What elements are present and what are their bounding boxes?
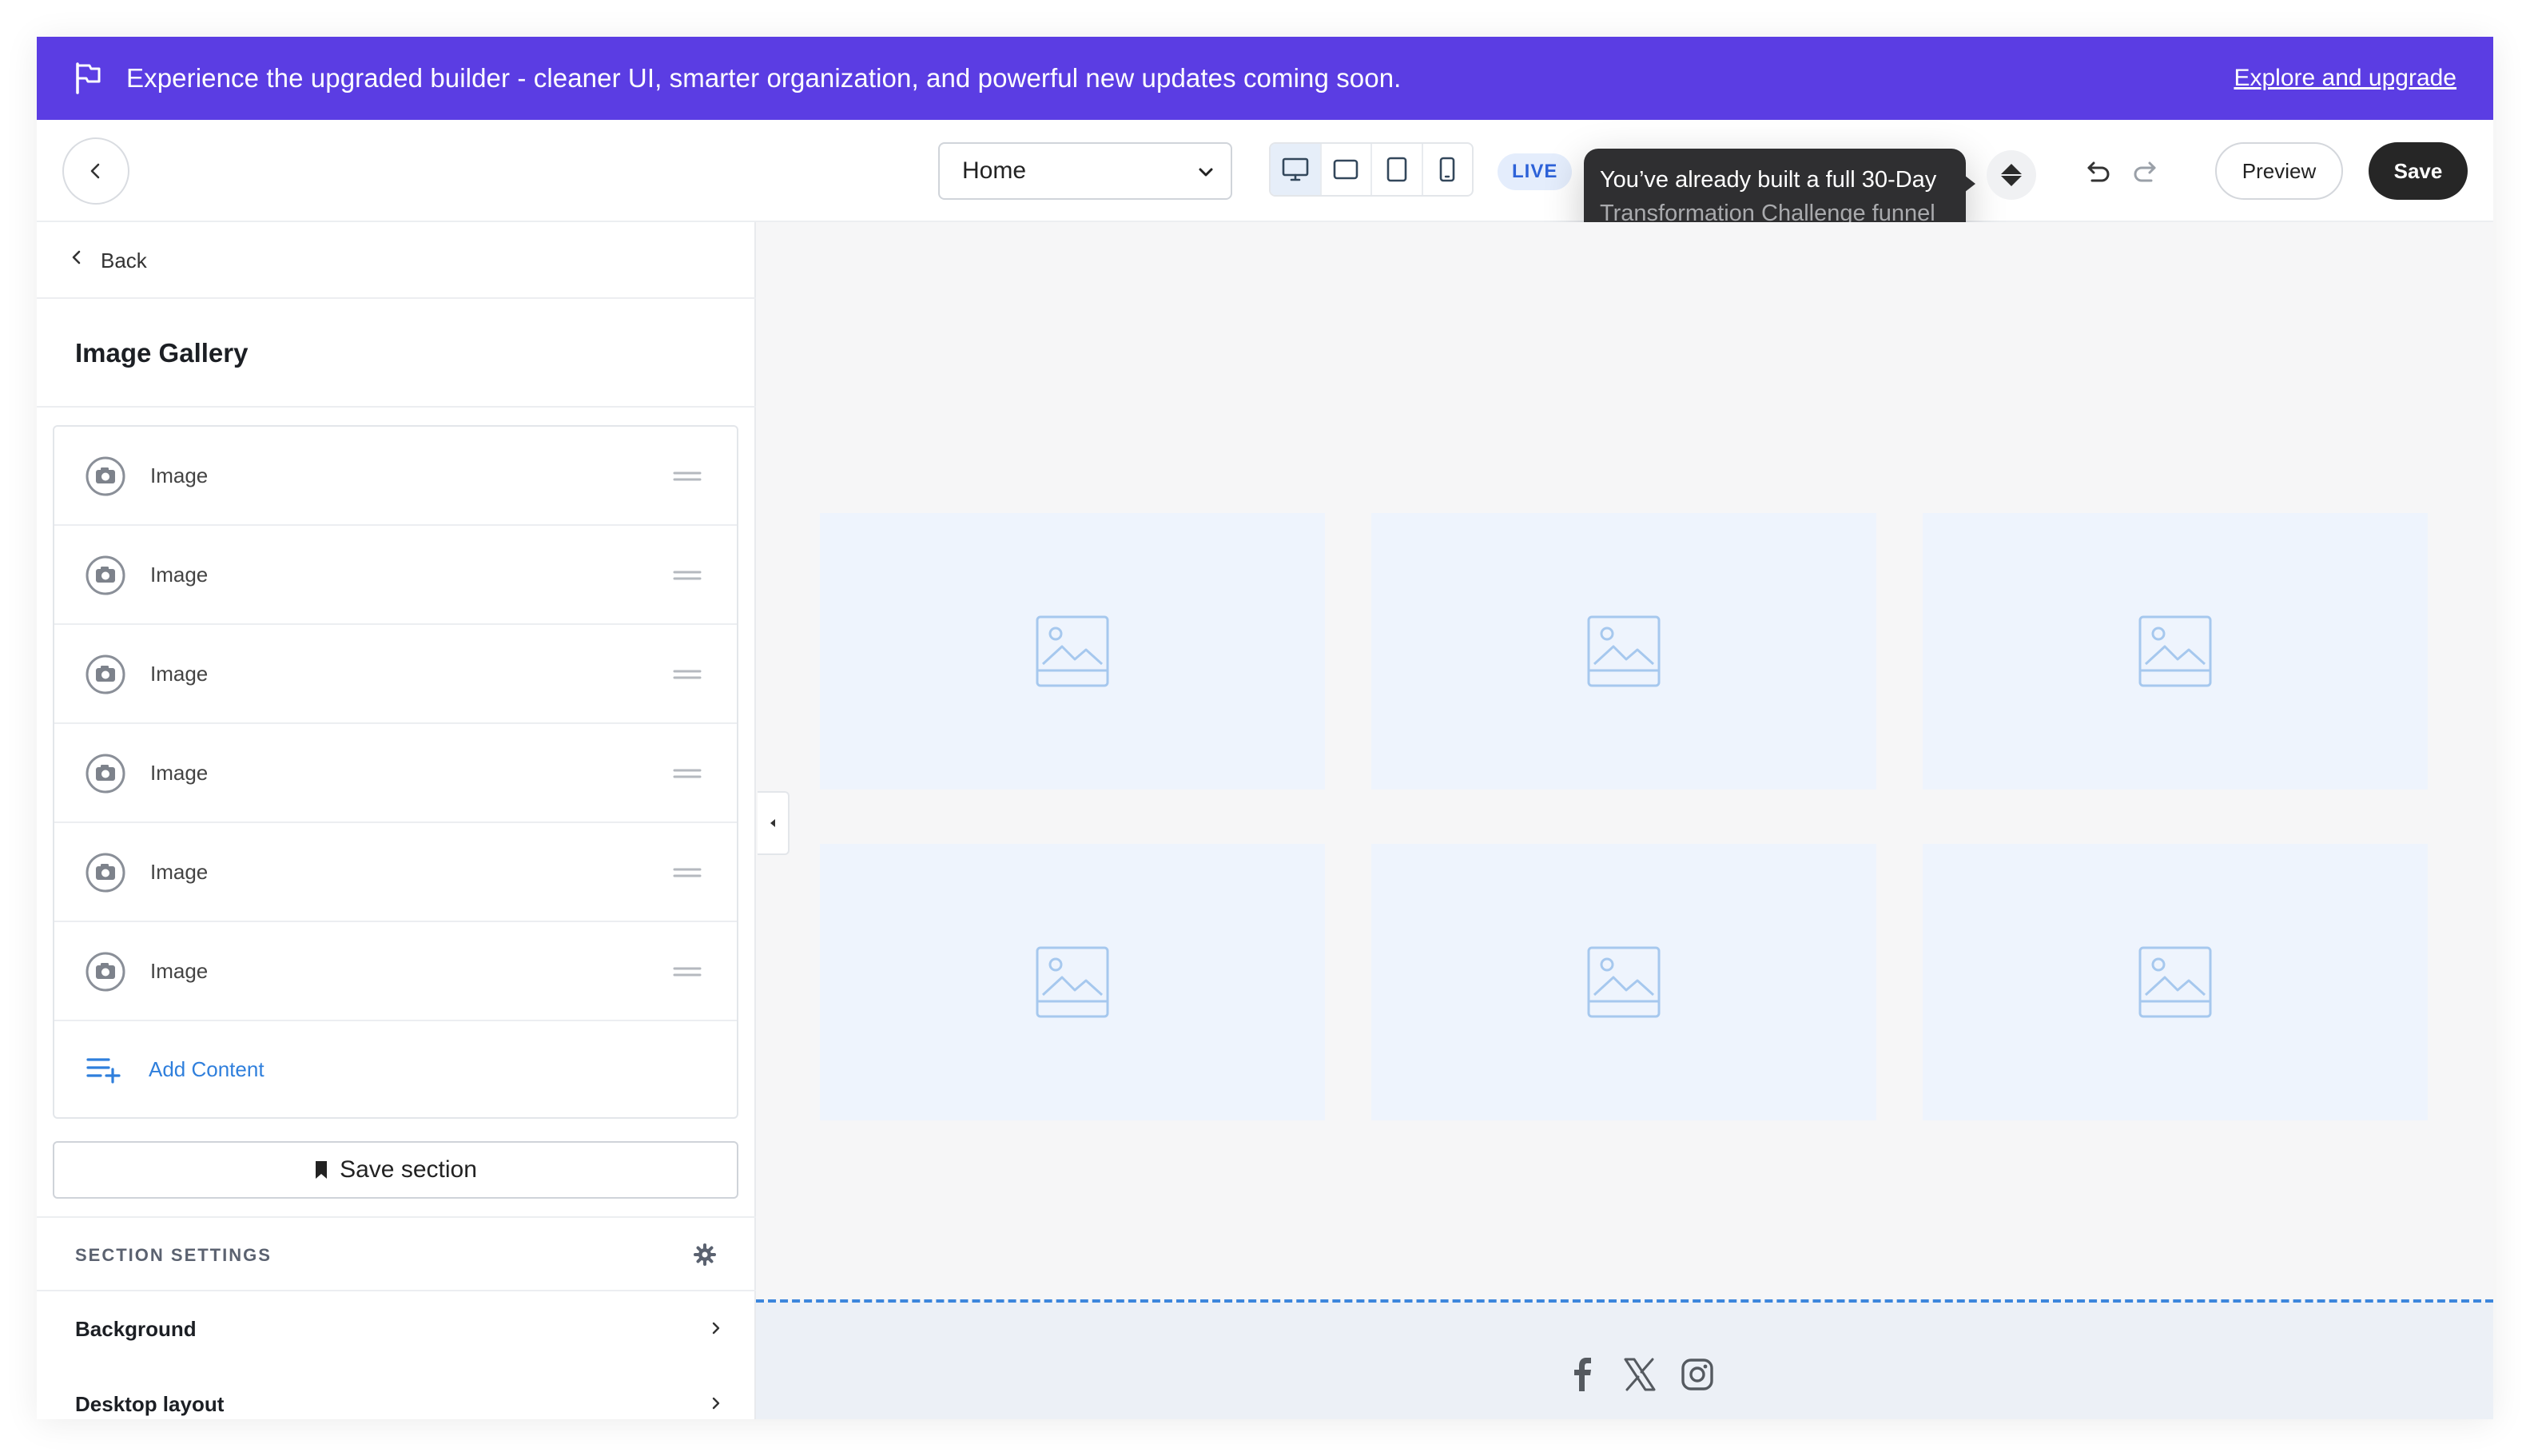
- page-canvas: [756, 222, 2493, 1419]
- panel-back-button[interactable]: Back: [37, 222, 756, 299]
- gallery-list-item[interactable]: Image: [54, 724, 737, 823]
- panel-title-row: Image Gallery: [37, 299, 756, 408]
- upgrade-banner: Experience the upgraded builder - cleane…: [37, 37, 2493, 120]
- collapse-panel-button[interactable]: [758, 791, 790, 855]
- tablet-landscape-icon: [1333, 159, 1358, 180]
- chevron-right-icon: [712, 1397, 720, 1410]
- gallery-list-item[interactable]: Image: [54, 823, 737, 922]
- live-status-badge: LIVE: [1498, 153, 1573, 190]
- gallery-item-label: Image: [150, 662, 209, 686]
- gallery-item-label: Image: [150, 860, 209, 884]
- camera-icon: [86, 654, 125, 694]
- section-settings-title: SECTION SETTINGS: [75, 1245, 272, 1265]
- gallery-list-item[interactable]: Image: [54, 922, 737, 1021]
- exit-builder-button[interactable]: [62, 137, 129, 205]
- gallery-list-item[interactable]: Image: [54, 427, 737, 526]
- desktop-layout-setting-label: Desktop layout: [75, 1392, 225, 1416]
- tooltip-tail: [1961, 173, 1975, 195]
- page-select-value: Home: [962, 157, 1027, 184]
- back-label: Back: [101, 249, 147, 273]
- drag-handle-icon[interactable]: [673, 569, 702, 582]
- gallery-list-item[interactable]: Image: [54, 526, 737, 625]
- device-tablet-portrait-button[interactable]: [1372, 144, 1423, 195]
- device-tablet-landscape-button[interactable]: [1322, 144, 1372, 195]
- gallery-image-placeholder[interactable]: [1371, 513, 1876, 790]
- save-section-label: Save section: [340, 1156, 477, 1183]
- device-switcher: [1269, 142, 1474, 197]
- image-placeholder-icon: [1587, 615, 1661, 687]
- explore-upgrade-link[interactable]: Explore and upgrade: [2234, 37, 2456, 120]
- add-content-button[interactable]: Add Content: [54, 1021, 737, 1117]
- facebook-icon[interactable]: [1566, 1357, 1601, 1392]
- gallery-item-label: Image: [150, 761, 209, 785]
- background-setting-row[interactable]: Background: [37, 1291, 756, 1366]
- gallery-item-label: Image: [150, 563, 209, 587]
- chevron-left-icon: [72, 250, 81, 265]
- bookmark-icon: [316, 1161, 328, 1179]
- save-button[interactable]: Save: [2369, 142, 2468, 200]
- gallery-item-label: Image: [150, 463, 209, 487]
- mobile-icon: [1439, 157, 1455, 182]
- flag-icon: [76, 62, 101, 94]
- caret-left-icon: [770, 819, 775, 827]
- instagram-icon[interactable]: [1680, 1357, 1715, 1392]
- device-desktop-button[interactable]: [1271, 144, 1322, 195]
- camera-icon: [86, 754, 125, 794]
- device-mobile-button[interactable]: [1423, 144, 1473, 195]
- undo-icon[interactable]: [2081, 157, 2113, 189]
- preview-button[interactable]: Preview: [2215, 142, 2343, 200]
- gallery-list-item[interactable]: Image: [54, 625, 737, 724]
- gallery-image-placeholder[interactable]: [820, 844, 1325, 1120]
- diamond-sparkle-icon: [2000, 164, 2023, 186]
- builder-window: Experience the upgraded builder - cleane…: [37, 37, 2493, 1419]
- gallery-image-placeholder[interactable]: [1371, 844, 1876, 1120]
- image-placeholder-icon: [1036, 615, 1109, 687]
- desktop-icon: [1282, 157, 1309, 181]
- add-content-label: Add Content: [149, 1057, 265, 1081]
- camera-icon: [86, 952, 125, 992]
- panel-title: Image Gallery: [75, 338, 249, 368]
- save-section-button[interactable]: Save section: [53, 1141, 738, 1199]
- gallery-item-label: Image: [150, 959, 209, 983]
- drag-handle-icon[interactable]: [673, 470, 702, 483]
- tablet-portrait-icon: [1386, 157, 1407, 182]
- image-placeholder-icon: [2138, 946, 2212, 1018]
- redo-icon[interactable]: [2130, 157, 2162, 189]
- camera-icon: [86, 853, 125, 893]
- gallery-item-list: Image Image Image Image Image Image Add …: [53, 425, 738, 1119]
- drag-handle-icon[interactable]: [673, 767, 702, 780]
- banner-message: Experience the upgraded builder - cleane…: [126, 63, 1402, 93]
- tooltip-line-1: You’ve already built a full 30-Day: [1600, 167, 1937, 193]
- chevron-down-icon: [1199, 168, 1213, 177]
- gallery-image-placeholder[interactable]: [1923, 844, 2428, 1120]
- chevron-right-icon: [712, 1322, 720, 1335]
- gallery-image-placeholder[interactable]: [820, 513, 1325, 790]
- image-placeholder-icon: [2138, 615, 2212, 687]
- desktop-layout-setting-row[interactable]: Desktop layout: [37, 1366, 756, 1419]
- camera-icon: [86, 456, 125, 496]
- top-toolbar: Home LIVE You’ve already built a full 30…: [37, 120, 2493, 240]
- ai-assistant-button[interactable]: [1987, 150, 2036, 200]
- x-icon[interactable]: [1622, 1357, 1657, 1392]
- camera-icon: [86, 555, 125, 595]
- image-placeholder-icon: [1587, 946, 1661, 1018]
- image-placeholder-icon: [1036, 946, 1109, 1018]
- drag-handle-icon[interactable]: [673, 668, 702, 681]
- drag-handle-icon[interactable]: [673, 965, 702, 978]
- chevron-left-icon: [90, 163, 100, 179]
- gear-icon[interactable]: [694, 1243, 716, 1266]
- background-setting-label: Background: [75, 1317, 197, 1341]
- page-select[interactable]: Home: [938, 142, 1232, 200]
- settings-panel: Back Image Gallery Image Image Image Ima…: [37, 222, 756, 1419]
- gallery-image-placeholder[interactable]: [1923, 513, 2428, 790]
- section-settings-header: SECTION SETTINGS: [37, 1216, 756, 1291]
- add-list-icon: [86, 1058, 121, 1084]
- drag-handle-icon[interactable]: [673, 866, 702, 879]
